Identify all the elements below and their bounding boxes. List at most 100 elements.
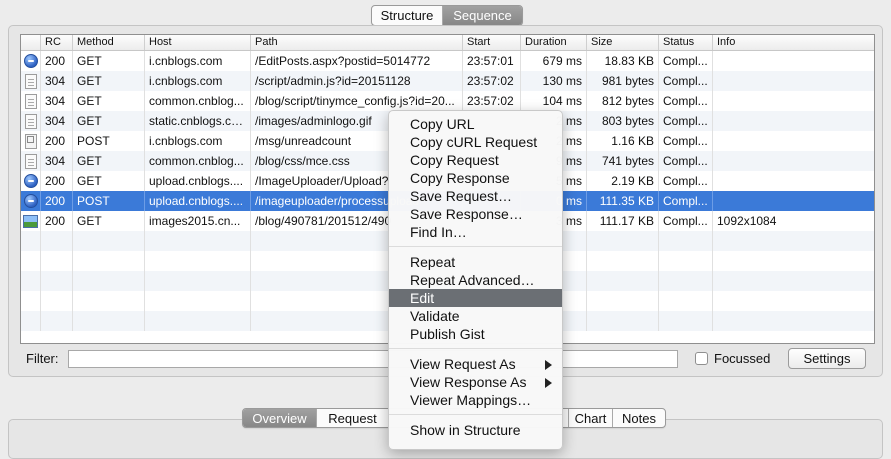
cell-host: common.cnblog... [145, 151, 251, 171]
table-row[interactable]: 200 GET i.cnblogs.com/EditPosts.aspx?posti… [21, 51, 874, 71]
row-icon-cell [21, 91, 41, 111]
menu-item-label: Save Request… [410, 188, 512, 204]
cell-rc: 200 [41, 51, 73, 71]
row-icon-cell [21, 211, 41, 231]
cell-rc: 304 [41, 111, 73, 131]
menu-item-label: Find In… [410, 224, 467, 240]
structure-view-button[interactable]: Structure [372, 6, 443, 25]
menu-item-viewer-mappings[interactable]: Viewer Mappings… [389, 391, 562, 409]
sequence-view-button[interactable]: Sequence [443, 6, 522, 25]
menu-item-show-in-structure[interactable]: Show in Structure [389, 421, 562, 439]
header-start[interactable]: Start [463, 35, 521, 50]
cell-status: Compl... [659, 171, 713, 191]
cell-size: 812 bytes [587, 91, 659, 111]
table-row[interactable]: 304 GET common.cnblog.../blog/script/tinym… [21, 91, 874, 111]
tab-chart[interactable]: Chart [569, 409, 613, 427]
menu-item-publish-gist[interactable]: Publish Gist [389, 325, 562, 343]
cell-method: GET [73, 111, 145, 131]
cell-status: Compl... [659, 191, 713, 211]
submenu-arrow-icon [545, 378, 552, 388]
cell-duration: 104 ms [521, 91, 587, 111]
row-icon-cell [21, 271, 41, 291]
cell-rc [41, 311, 73, 331]
header-method[interactable]: Method [73, 35, 145, 50]
cell-path: /script/admin.js?id=20151128 [251, 71, 463, 91]
cell-info [713, 171, 874, 191]
tab-overview[interactable]: Overview [243, 409, 317, 427]
row-icon-cell [21, 311, 41, 331]
menu-item-repeat-advanced[interactable]: Repeat Advanced… [389, 271, 562, 289]
menu-item-label: Viewer Mappings… [410, 392, 532, 408]
cell-size: 741 bytes [587, 151, 659, 171]
cell-path: /blog/script/tinymce_config.js?id=20... [251, 91, 463, 111]
cell-host: i.cnblogs.com [145, 51, 251, 71]
cell-status [659, 231, 713, 251]
table-header: RC Method Host Path Start Duration Size Status I… [21, 35, 874, 51]
menu-item-label: Copy cURL Request [410, 134, 538, 150]
header-duration[interactable]: Duration [521, 35, 587, 50]
menu-item-label: Repeat Advanced… [410, 272, 535, 288]
cell-info [713, 111, 874, 131]
header-size[interactable]: Size [587, 35, 659, 50]
menu-item-validate[interactable]: Validate [389, 307, 562, 325]
cell-host: images2015.cn... [145, 211, 251, 231]
header-icon-column[interactable] [21, 35, 41, 50]
menu-item-view-response-as[interactable]: View Response As [389, 373, 562, 391]
cell-info [713, 311, 874, 331]
row-icon-cell [21, 71, 41, 91]
table-row[interactable]: 304 GET i.cnblogs.com/script/admin.js?id=2… [21, 71, 874, 91]
settings-button[interactable]: Settings [788, 348, 866, 369]
cell-status: Compl... [659, 211, 713, 231]
menu-item-save-request[interactable]: Save Request… [389, 187, 562, 205]
menu-item-repeat[interactable]: Repeat [389, 253, 562, 271]
row-icon-cell [21, 291, 41, 311]
cell-status: Compl... [659, 91, 713, 111]
cell-status: Compl... [659, 111, 713, 131]
filter-input[interactable] [68, 350, 678, 368]
menu-item-copy-url[interactable]: Copy URL [389, 115, 562, 133]
cell-size [587, 271, 659, 291]
cell-rc [41, 251, 73, 271]
menu-item-label: Copy Request [410, 152, 499, 168]
cell-duration: 679 ms [521, 51, 587, 71]
cell-size: 981 bytes [587, 71, 659, 91]
row-icon-cell [21, 191, 41, 211]
menu-item-label: Repeat [410, 254, 456, 270]
cell-start: 23:57:01 [463, 51, 521, 71]
header-rc[interactable]: RC [41, 35, 73, 50]
header-path[interactable]: Path [251, 35, 463, 50]
menu-item-copy-response[interactable]: Copy Response [389, 169, 562, 187]
row-icon-cell [21, 251, 41, 271]
cell-info [713, 191, 874, 211]
cell-rc [41, 291, 73, 311]
cell-info [713, 71, 874, 91]
header-info[interactable]: Info [713, 35, 874, 50]
cell-host [145, 311, 251, 331]
menu-item-label: View Response As [410, 374, 527, 390]
cell-host: common.cnblog... [145, 91, 251, 111]
header-status[interactable]: Status [659, 35, 713, 50]
cell-size: 18.83 KB [587, 51, 659, 71]
cell-status: Compl... [659, 151, 713, 171]
focussed-checkbox[interactable] [695, 352, 708, 365]
cell-path: /EditPosts.aspx?postid=5014772 [251, 51, 463, 71]
menu-item-copy-curl-request[interactable]: Copy cURL Request [389, 133, 562, 151]
menu-item-save-response[interactable]: Save Response… [389, 205, 562, 223]
cell-host: static.cnblogs.co... [145, 111, 251, 131]
globe-icon [23, 54, 38, 68]
cell-size: 1.16 KB [587, 131, 659, 151]
cell-method: GET [73, 211, 145, 231]
row-icon-cell [21, 111, 41, 131]
menu-item-edit[interactable]: Edit [389, 289, 562, 307]
menu-item-copy-request[interactable]: Copy Request [389, 151, 562, 169]
cell-status: Compl... [659, 131, 713, 151]
cell-rc: 200 [41, 191, 73, 211]
tab-request[interactable]: Request [317, 409, 389, 427]
header-host[interactable]: Host [145, 35, 251, 50]
cell-size [587, 231, 659, 251]
tab-notes[interactable]: Notes [613, 409, 665, 427]
menu-item-find-in[interactable]: Find In… [389, 223, 562, 241]
globe-icon [23, 194, 38, 208]
menu-item-view-request-as[interactable]: View Request As [389, 355, 562, 373]
cell-start: 23:57:02 [463, 91, 521, 111]
